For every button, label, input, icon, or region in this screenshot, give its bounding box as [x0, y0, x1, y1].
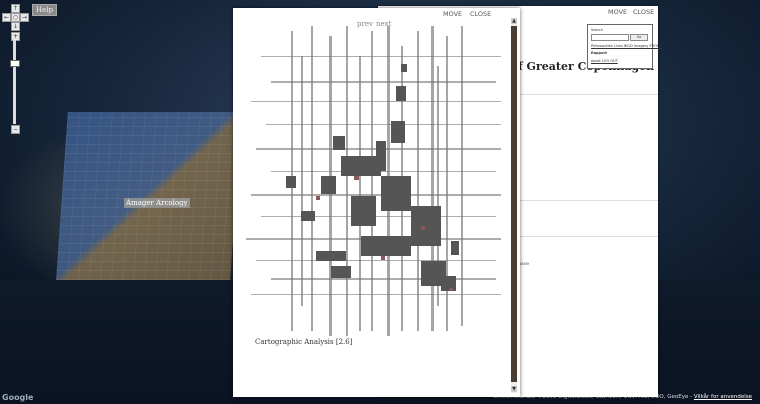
popup-search-label: Search: [591, 28, 604, 32]
topo-overlay: [56, 112, 242, 280]
help-button[interactable]: Help: [32, 4, 57, 16]
center-icon[interactable]: ○: [11, 13, 20, 22]
zoom-slider-thumb[interactable]: [10, 60, 20, 67]
pan-left-button[interactable]: ←: [2, 13, 11, 22]
image-caption: Cartographic Analysis [2.6]: [255, 338, 353, 346]
go-button[interactable]: Go: [630, 34, 648, 41]
cartographic-analysis-image: [246, 26, 501, 336]
popup-links[interactable]: Philosophies Links BIGD Imagery PROFIT: [591, 44, 662, 48]
popup-section-label: Rapport: [591, 51, 607, 55]
divider: [518, 200, 658, 201]
search-input[interactable]: [591, 34, 629, 41]
pan-right-button[interactable]: →: [20, 13, 29, 22]
place-label[interactable]: Amager Arcology: [124, 198, 190, 208]
topo-grid: [56, 112, 242, 280]
divider: [518, 94, 658, 95]
right-close-button[interactable]: CLOSE: [633, 8, 654, 16]
terms-link[interactable]: Vilkår for anvendelse: [694, 394, 752, 400]
pan-down-button[interactable]: ↓: [11, 22, 20, 31]
left-move-button[interactable]: MOVE: [443, 10, 462, 18]
scroll-up-icon[interactable]: ▲: [511, 18, 517, 24]
scroll-down-icon[interactable]: ▼: [511, 386, 517, 392]
right-move-button[interactable]: MOVE: [608, 8, 627, 16]
popup-extra-link[interactable]: epost LOG OUT: [591, 59, 618, 63]
left-close-button[interactable]: CLOSE: [470, 10, 491, 18]
pan-up-button[interactable]: ↑: [11, 4, 20, 13]
divider: [518, 236, 658, 237]
search-popup: Search Go Philosophies Links BIGD Imager…: [587, 24, 662, 69]
left-panel: MOVE CLOSE prev next Cartographic Analys…: [233, 8, 520, 397]
google-logo[interactable]: Google: [2, 393, 33, 402]
scroll-thumb[interactable]: [511, 26, 517, 382]
vertical-scrollbar[interactable]: ▲ ▼: [511, 18, 517, 393]
zoom-out-button[interactable]: −: [11, 125, 20, 134]
zoom-slider-track[interactable]: [13, 40, 16, 124]
